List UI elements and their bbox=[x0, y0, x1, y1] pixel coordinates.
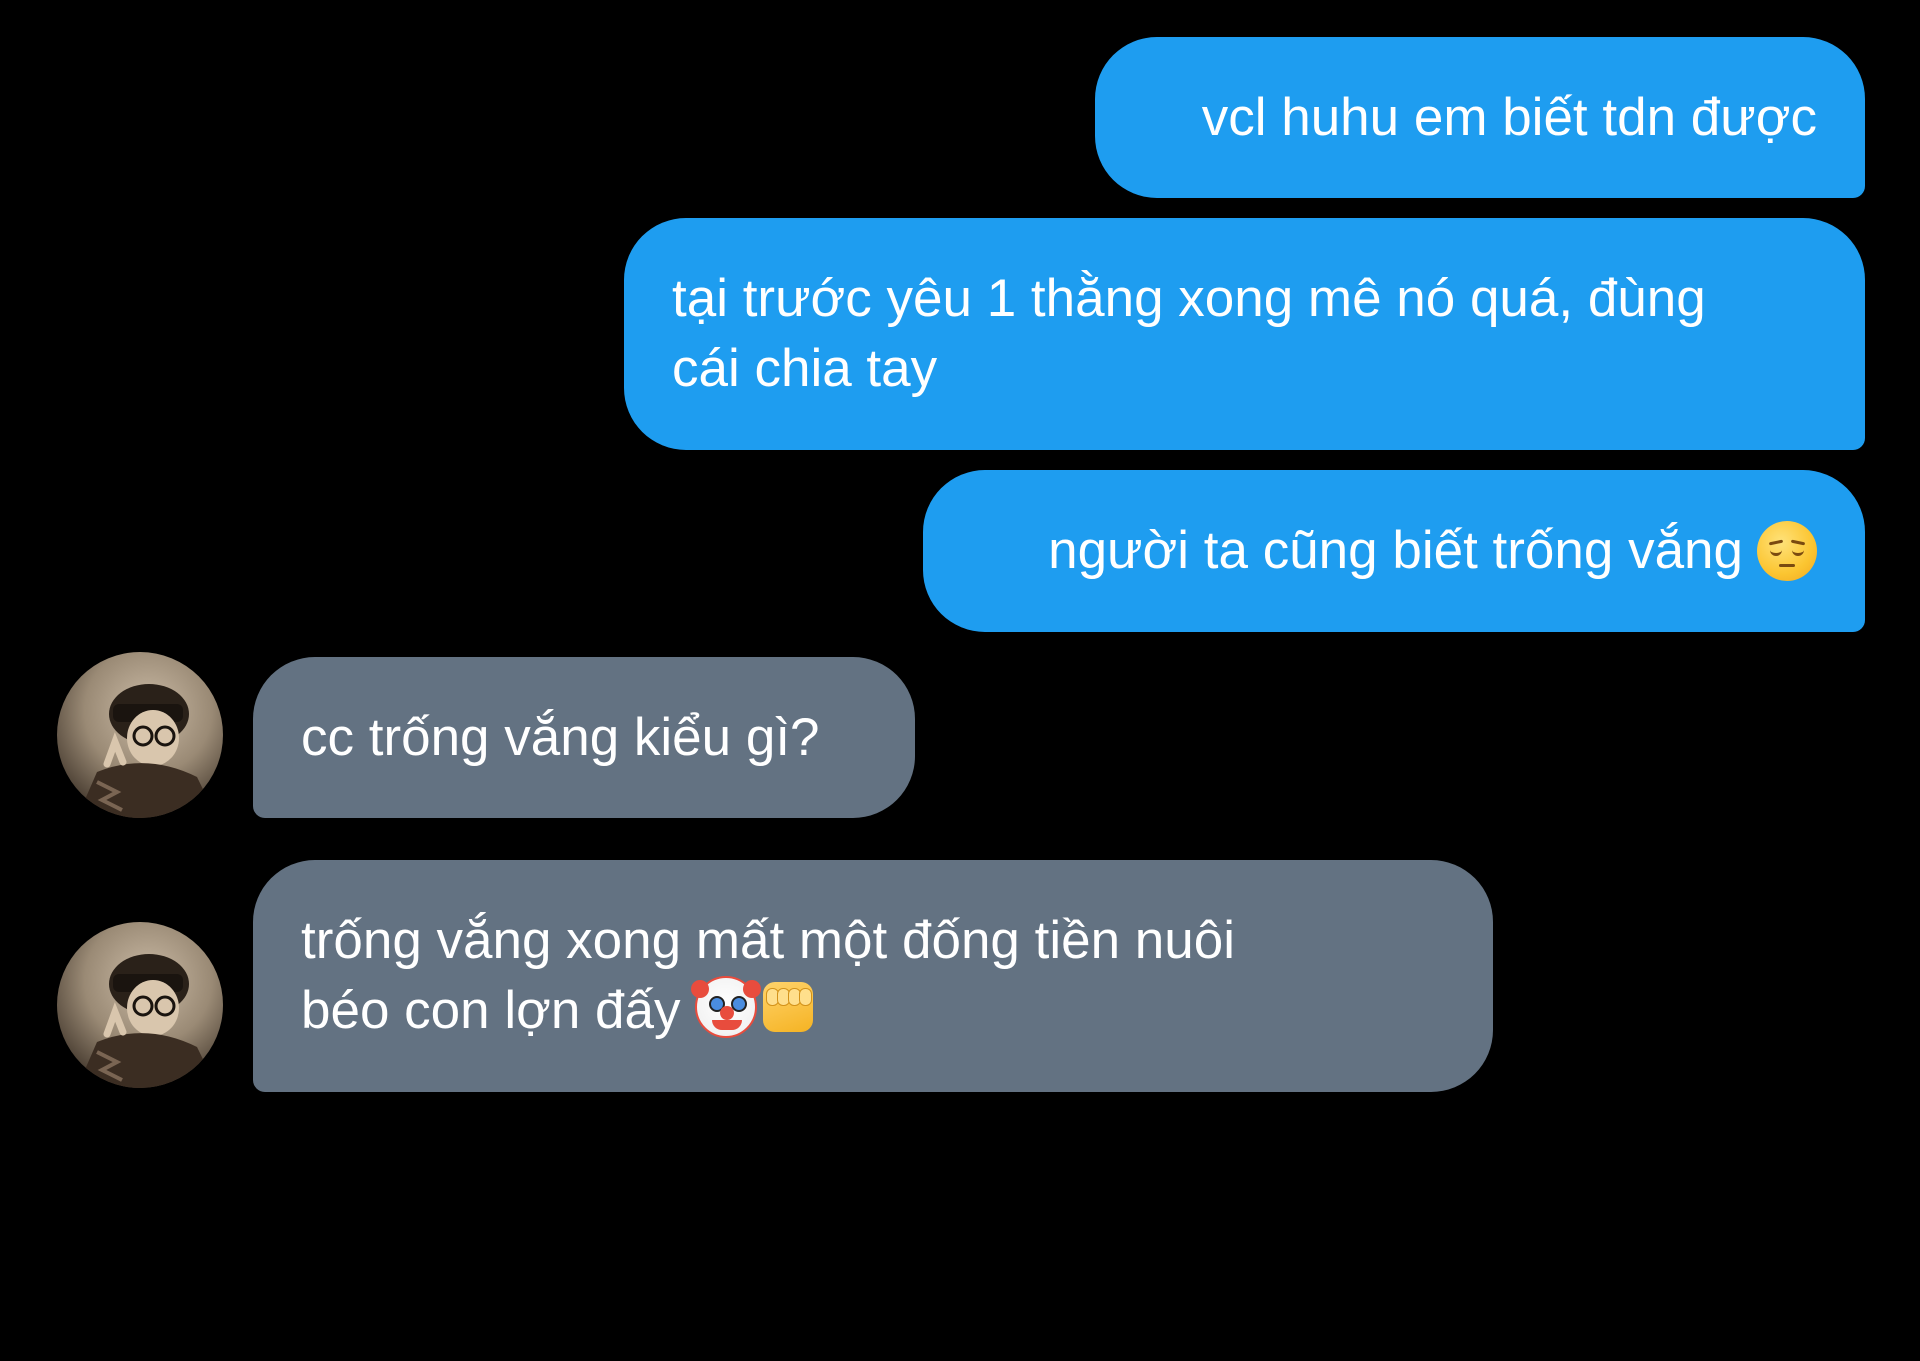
message-text: cc trống vắng kiểu gì? bbox=[301, 707, 820, 767]
contact-avatar[interactable] bbox=[57, 922, 223, 1088]
sent-message-bubble[interactable]: tại trước yêu 1 thằng xong mê nó quá, đù… bbox=[624, 218, 1865, 450]
oncoming-fist-icon bbox=[762, 982, 813, 1032]
received-message-bubble[interactable]: trống vắng xong mất một đống tiền nuôi b… bbox=[253, 860, 1493, 1092]
message-text: vcl huhu em biết tdn được bbox=[1201, 87, 1817, 147]
contact-avatar[interactable] bbox=[57, 652, 223, 818]
avatar-image bbox=[77, 954, 217, 1088]
sent-message-bubble[interactable]: vcl huhu em biết tdn được bbox=[1095, 37, 1865, 198]
received-message-bubble[interactable]: cc trống vắng kiểu gì? bbox=[253, 657, 915, 818]
clown-face-icon bbox=[690, 976, 761, 1038]
sent-message-bubble[interactable]: người ta cũng biết trống vắng bbox=[923, 470, 1865, 632]
message-text: người ta cũng biết trống vắng bbox=[1048, 521, 1743, 580]
chat-thread: vcl huhu em biết tdn được tại trước yêu … bbox=[0, 0, 1920, 1106]
message-text: tại trước yêu 1 thằng xong mê nó quá, đù… bbox=[672, 269, 1706, 398]
message-text: trống vắng xong mất một đống tiền nuôi b… bbox=[301, 911, 1235, 1040]
avatar-image bbox=[77, 684, 217, 818]
pensive-face-icon bbox=[1757, 521, 1817, 581]
